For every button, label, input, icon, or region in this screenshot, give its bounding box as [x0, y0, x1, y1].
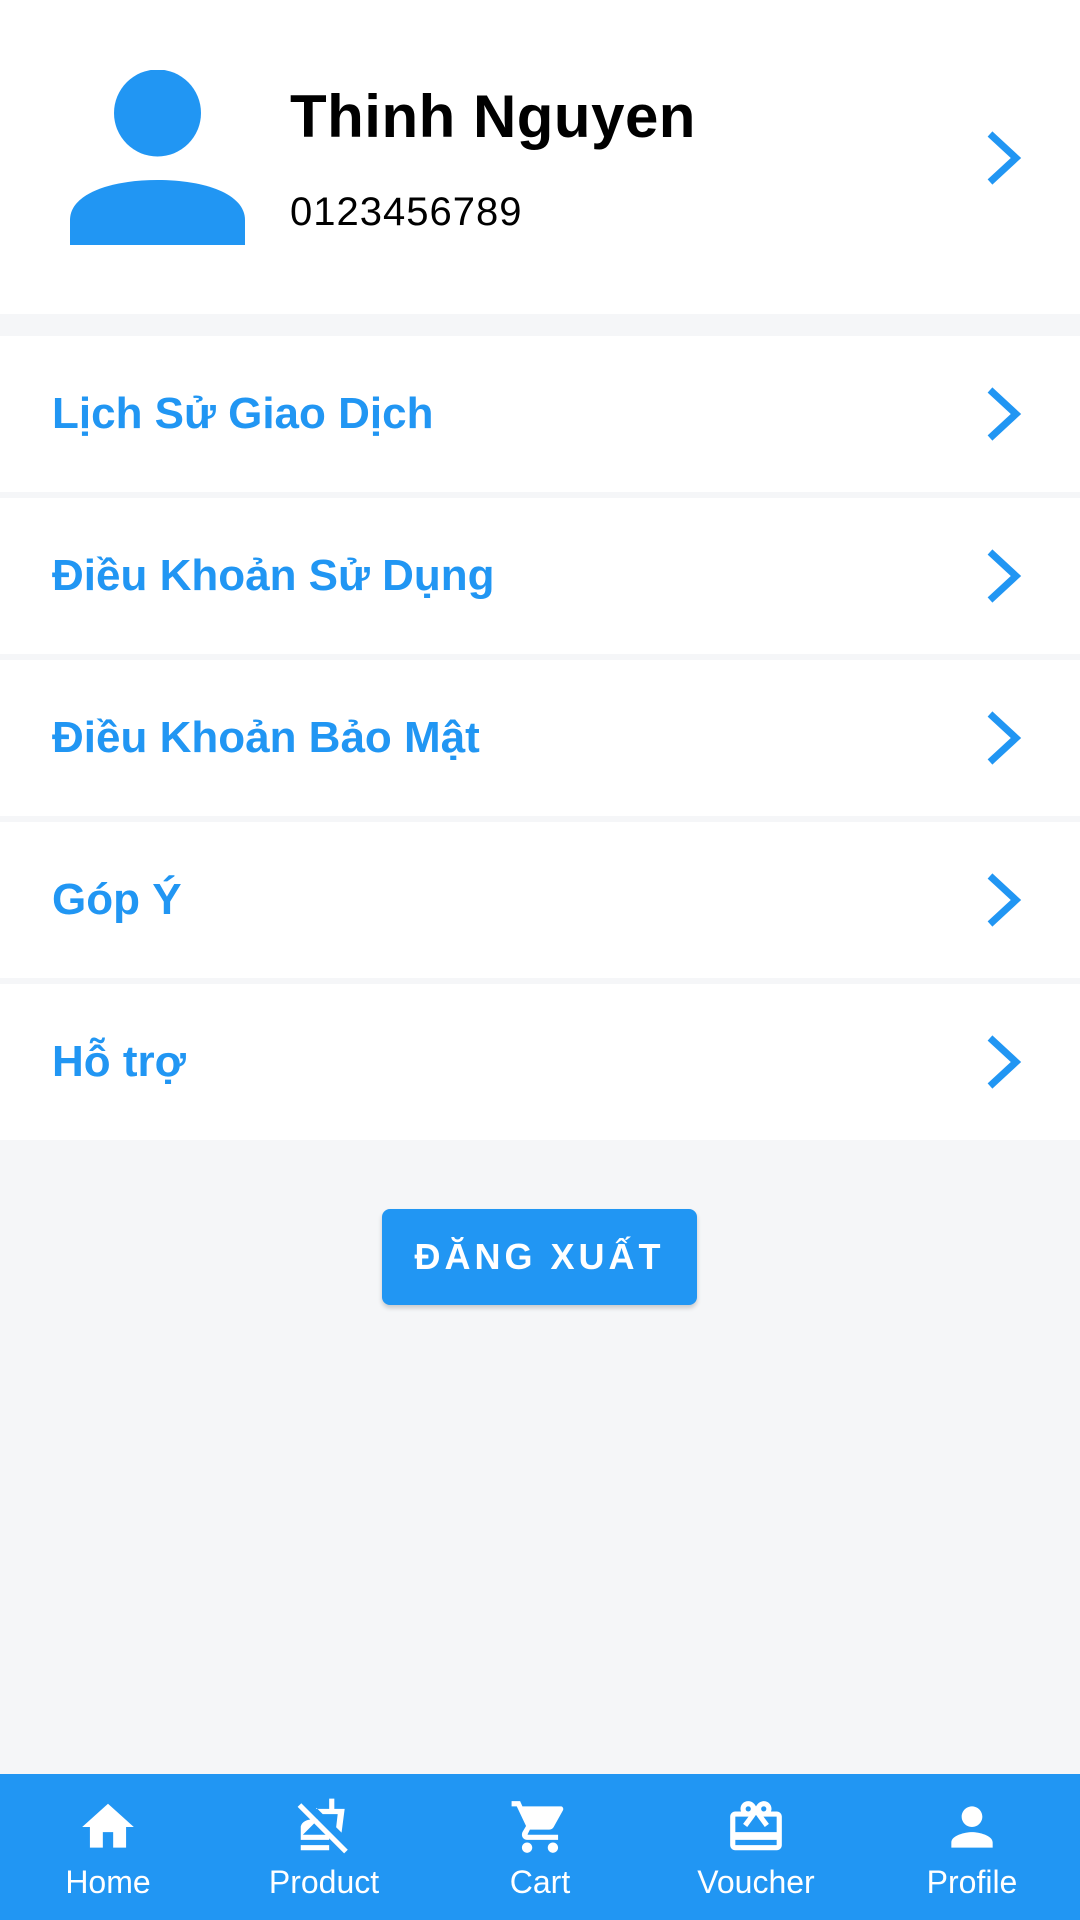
person-icon — [70, 70, 245, 245]
nav-item-cart[interactable]: Cart — [432, 1774, 648, 1920]
nav-label: Product — [268, 1864, 380, 1900]
profile-header[interactable]: Thinh Nguyen 0123456789 — [0, 0, 1080, 314]
menu-item-label: Hỗ trợ — [52, 1037, 186, 1086]
nav-label: Voucher — [697, 1864, 815, 1900]
chevron-right-icon — [987, 873, 1022, 927]
profile-screen: Thinh Nguyen 0123456789 Lịch Sử Giao Dịc… — [0, 0, 1080, 1920]
cart-icon — [511, 1801, 564, 1853]
nav-label: Profile — [926, 1864, 1018, 1900]
profile-phone: 0123456789 — [290, 190, 523, 234]
menu-item-label: Điều Khoản Sử Dụng — [52, 551, 495, 600]
chevron-right-icon — [987, 1035, 1022, 1089]
menu-item-transaction-history[interactable]: Lịch Sử Giao Dịch — [0, 336, 1080, 492]
person-icon — [951, 1806, 993, 1848]
chevron-right-icon — [987, 549, 1022, 603]
menu-item-label: Lịch Sử Giao Dịch — [52, 389, 434, 438]
nav-item-voucher[interactable]: Voucher — [648, 1774, 864, 1920]
menu-item-support[interactable]: Hỗ trợ — [0, 984, 1080, 1140]
menu-item-feedback[interactable]: Góp Ý — [0, 822, 1080, 978]
logout-button[interactable]: ĐĂNG XUẤT — [382, 1209, 697, 1305]
nav-label: Home — [65, 1864, 151, 1900]
chevron-right-icon — [987, 711, 1022, 765]
menu-list: Lịch Sử Giao Dịch Điều Khoản Sử Dụng Điề… — [0, 336, 1080, 1140]
menu-item-terms-of-use[interactable]: Điều Khoản Sử Dụng — [0, 498, 1080, 654]
logout-label: ĐĂNG XUẤT — [414, 1236, 665, 1277]
menu-item-label: Điều Khoản Bảo Mật — [52, 713, 480, 762]
bottom-nav: Home Product Cart Voucher Profile — [0, 1774, 1080, 1920]
menu-item-label: Góp Ý — [52, 875, 182, 924]
voucher-icon — [730, 1801, 782, 1851]
chevron-right-icon — [987, 387, 1022, 441]
no-food-icon — [297, 1798, 348, 1854]
profile-name: Thinh Nguyen — [290, 83, 696, 150]
menu-item-privacy-policy[interactable]: Điều Khoản Bảo Mật — [0, 660, 1080, 816]
chevron-right-icon[interactable] — [982, 130, 1024, 186]
nav-item-product[interactable]: Product — [216, 1774, 432, 1920]
nav-item-profile[interactable]: Profile — [864, 1774, 1080, 1920]
nav-item-home[interactable]: Home — [0, 1774, 216, 1920]
nav-label: Cart — [509, 1864, 571, 1900]
home-icon — [82, 1803, 134, 1848]
